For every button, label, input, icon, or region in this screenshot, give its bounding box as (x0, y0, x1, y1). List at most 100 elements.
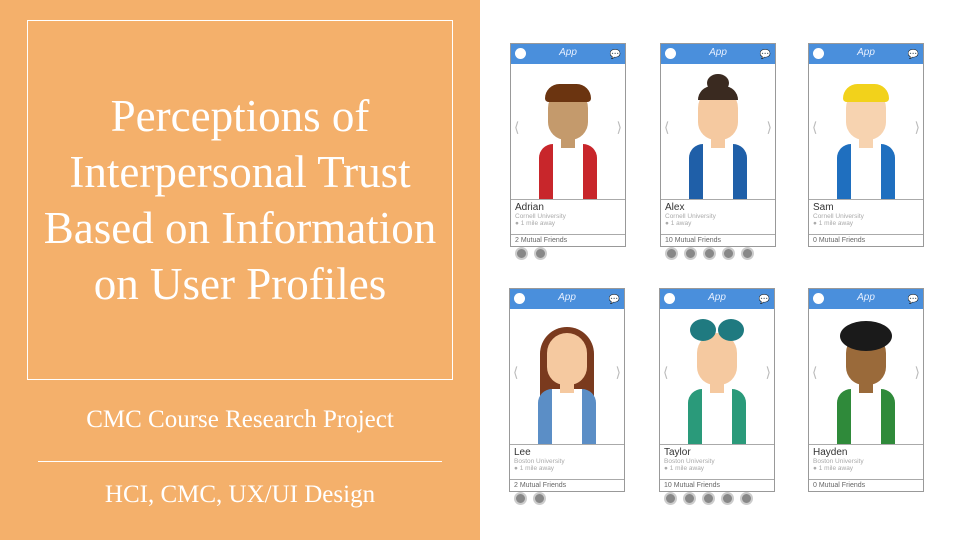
profile-university: Boston University (813, 458, 864, 465)
profile-card[interactable]: App 💬 ⟨ ⟩ Lee Boston University ● 1 mile… (509, 288, 625, 505)
profile-university: Boston University (664, 458, 715, 465)
mutual-friends: 2 Mutual Friends (511, 235, 625, 264)
title-box: Perceptions of Interpersonal Trust Based… (27, 20, 453, 380)
shirt (702, 389, 732, 444)
friend-avatar-icon[interactable] (741, 247, 754, 260)
chevron-right-icon[interactable]: ⟩ (915, 119, 920, 136)
distance-text: 1 mile away (818, 465, 854, 472)
profile-name: Hayden (813, 447, 848, 458)
app-header: App 💬 (661, 44, 775, 64)
chevron-right-icon[interactable]: ⟩ (617, 119, 622, 136)
profile-distance: ● 1 mile away (514, 465, 620, 472)
chat-bubbles-icon[interactable]: 💬 (908, 294, 919, 305)
profile-distance: ● 1 away (665, 220, 771, 227)
hair (698, 86, 738, 100)
profile-photo: ⟨ ⟩ (809, 309, 923, 445)
profile-name: Adrian (515, 202, 544, 213)
profile-photo: ⟨ ⟩ (660, 309, 774, 445)
mutual-friends-label: 10 Mutual Friends (665, 237, 722, 244)
chat-bubbles-icon[interactable]: 💬 (610, 49, 621, 60)
title-panel: Perceptions of Interpersonal Trust Based… (0, 0, 480, 540)
hair (545, 84, 591, 102)
friend-avatar-icon[interactable] (683, 492, 696, 505)
app-name: App (708, 292, 726, 303)
chevron-left-icon[interactable]: ⟨ (663, 364, 668, 381)
profile-distance: ● 1 mile away (515, 220, 621, 227)
profile-name: Lee (514, 447, 531, 458)
friend-avatars (515, 244, 621, 262)
profile-info: Adrian Cornell University ● 1 mile away (511, 200, 625, 235)
friend-avatar-icon[interactable] (514, 492, 527, 505)
app-name: App (857, 292, 875, 303)
profile-card[interactable]: App 💬 ⟨ ⟩ Sam Cornell University ● 1 mil… (808, 43, 924, 247)
chevron-left-icon[interactable]: ⟨ (812, 364, 817, 381)
hair (718, 319, 744, 341)
slide-tags: HCI, CMC, UX/UI Design (104, 481, 376, 508)
profile-photo: ⟨ ⟩ (510, 309, 624, 445)
chat-bubbles-icon[interactable]: 💬 (760, 49, 771, 60)
app-header: App 💬 (511, 44, 625, 64)
friend-avatar-icon[interactable] (515, 247, 528, 260)
shirt (552, 389, 582, 444)
profile-info: Taylor Boston University ● 1 mile away (660, 445, 774, 480)
friend-avatar-icon[interactable] (721, 492, 734, 505)
profile-photo: ⟨ ⟩ (511, 64, 625, 200)
friend-avatar-icon[interactable] (665, 247, 678, 260)
friend-avatar-icon[interactable] (740, 492, 753, 505)
profile-distance: ● 1 mile away (664, 465, 770, 472)
app-name: App (857, 47, 875, 58)
distance-text: 1 mile away (520, 220, 556, 227)
hair (840, 321, 892, 351)
chevron-right-icon[interactable]: ⟩ (616, 364, 621, 381)
profile-university: Cornell University (665, 213, 716, 220)
mutual-friends: 0 Mutual Friends (809, 480, 923, 491)
mutual-friends: 2 Mutual Friends (510, 480, 624, 509)
distance-text: 1 mile away (519, 465, 555, 472)
mutual-friends: 10 Mutual Friends (660, 480, 774, 509)
chevron-left-icon[interactable]: ⟨ (514, 119, 519, 136)
profile-card[interactable]: App 💬 ⟨ ⟩ Hayden Boston University ● 1 m… (808, 288, 924, 492)
distance-text: 1 away (670, 220, 692, 227)
mutual-friends-label: 2 Mutual Friends (514, 482, 567, 489)
app-header: App 💬 (809, 44, 923, 64)
distance-text: 1 mile away (818, 220, 854, 227)
chat-bubbles-icon[interactable]: 💬 (908, 49, 919, 60)
friend-avatar-icon[interactable] (703, 247, 716, 260)
friend-avatar-icon[interactable] (702, 492, 715, 505)
chevron-right-icon[interactable]: ⟩ (915, 364, 920, 381)
profile-university: Cornell University (813, 213, 864, 220)
profile-card[interactable]: App 💬 ⟨ ⟩ Taylor Boston University ● 1 m… (659, 288, 775, 505)
hair (690, 319, 716, 341)
profile-info: Hayden Boston University ● 1 mile away (809, 445, 923, 480)
chevron-left-icon[interactable]: ⟨ (664, 119, 669, 136)
chevron-right-icon[interactable]: ⟩ (767, 119, 772, 136)
chat-bubbles-icon[interactable]: 💬 (759, 294, 770, 305)
mutual-friends: 0 Mutual Friends (809, 235, 923, 246)
profile-photo: ⟨ ⟩ (809, 64, 923, 200)
mutual-friends-label: 10 Mutual Friends (664, 482, 721, 489)
profile-info: Alex Cornell University ● 1 away (661, 200, 775, 235)
mutual-friends: 10 Mutual Friends (661, 235, 775, 264)
profile-card[interactable]: App 💬 ⟨ ⟩ Alex Cornell University ● 1 aw… (660, 43, 776, 260)
profile-university: Boston University (514, 458, 565, 465)
friend-avatar-icon[interactable] (722, 247, 735, 260)
shirt (851, 144, 881, 199)
friend-avatar-icon[interactable] (534, 247, 547, 260)
friend-avatar-icon[interactable] (684, 247, 697, 260)
profile-name: Alex (665, 202, 685, 213)
profile-card[interactable]: App 💬 ⟨ ⟩ Adrian Cornell University ● 1 … (510, 43, 626, 260)
friend-avatars (664, 489, 770, 507)
profile-info: Lee Boston University ● 1 mile away (510, 445, 624, 480)
slide-title: Perceptions of Interpersonal Trust Based… (43, 91, 437, 309)
chevron-left-icon[interactable]: ⟨ (513, 364, 518, 381)
friend-avatar-icon[interactable] (533, 492, 546, 505)
chevron-right-icon[interactable]: ⟩ (766, 364, 771, 381)
chevron-left-icon[interactable]: ⟨ (812, 119, 817, 136)
friend-avatar-icon[interactable] (664, 492, 677, 505)
profile-name: Sam (813, 202, 834, 213)
mutual-friends-label: 2 Mutual Friends (515, 237, 568, 244)
chat-bubbles-icon[interactable]: 💬 (609, 294, 620, 305)
profile-university: Cornell University (515, 213, 566, 220)
shirt (553, 144, 583, 199)
profile-distance: ● 1 mile away (813, 220, 919, 227)
